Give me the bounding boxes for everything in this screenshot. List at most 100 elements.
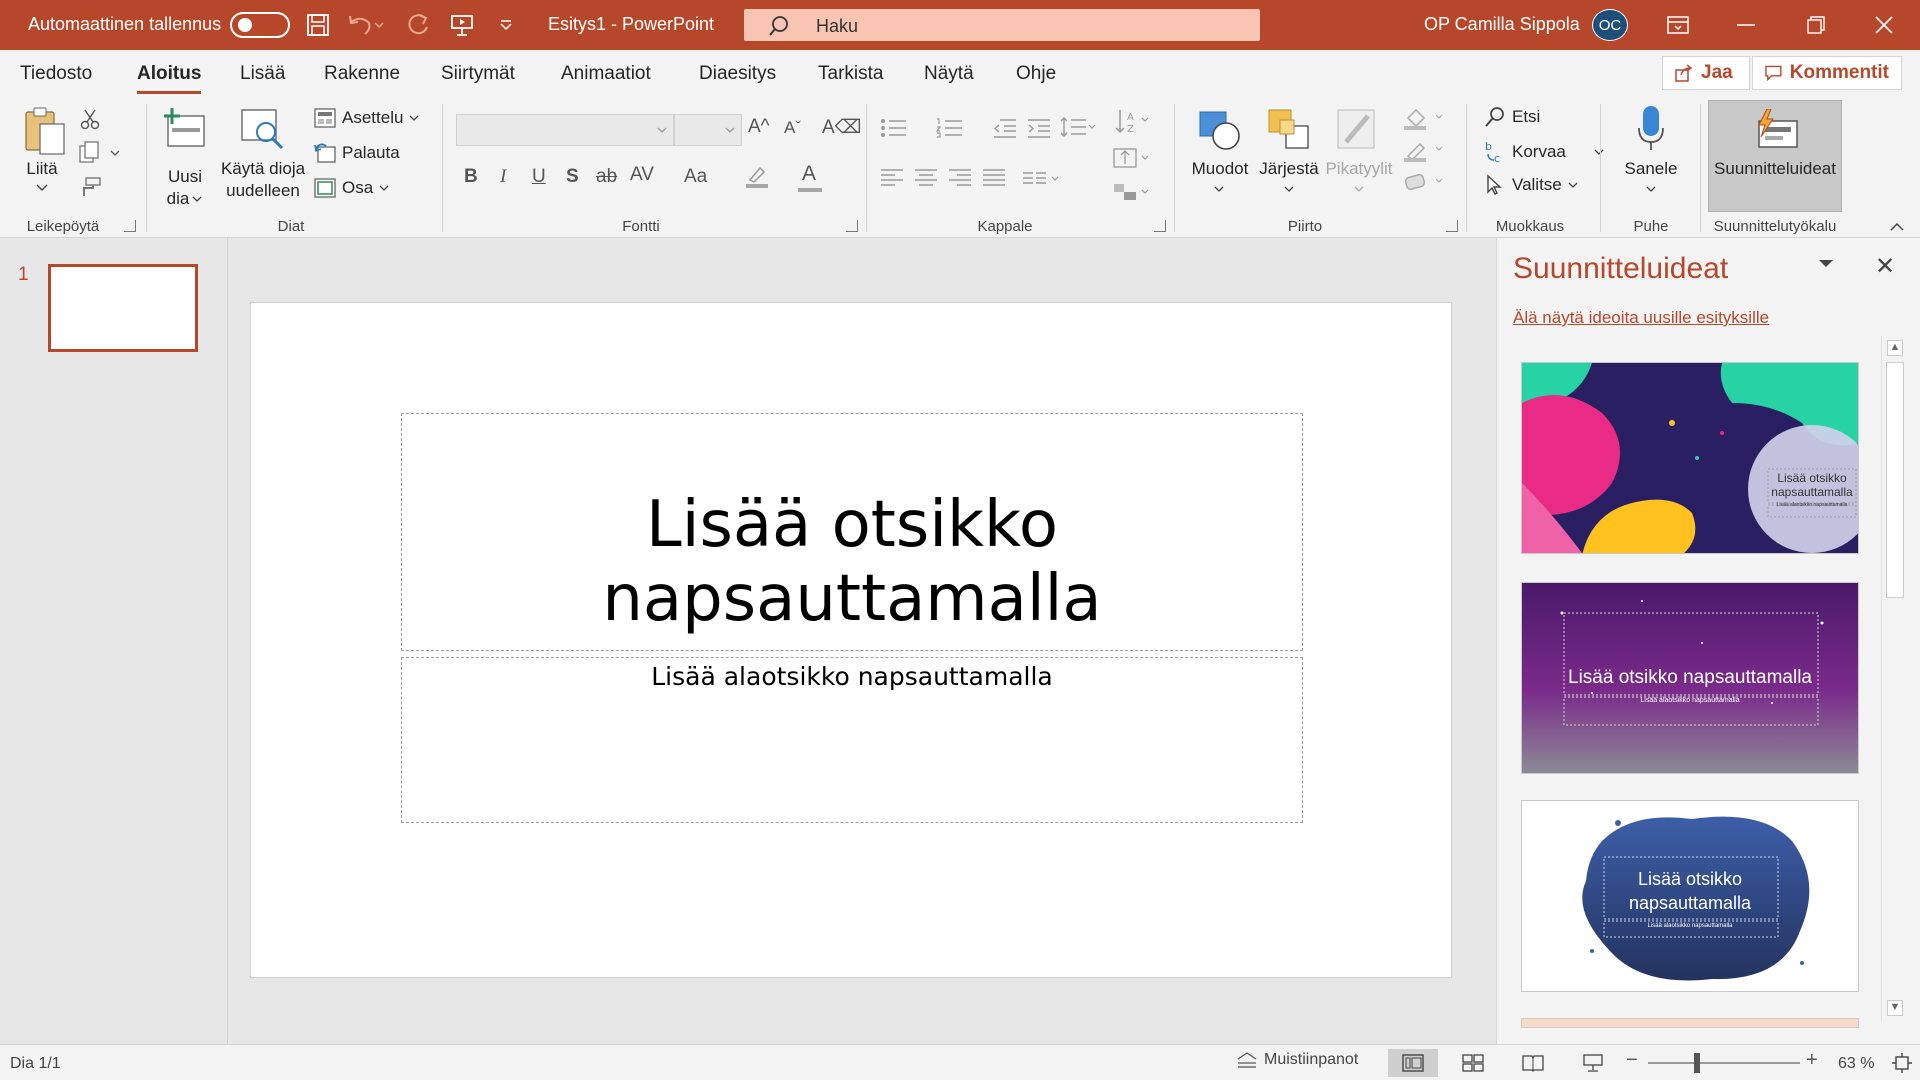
paste-dropdown-icon[interactable]	[36, 184, 48, 192]
arrange-label[interactable]: Järjestä	[1256, 158, 1322, 180]
fit-to-window-icon[interactable]	[1892, 1053, 1912, 1073]
tab-animations[interactable]: Animaatiot	[561, 63, 651, 85]
paste-icon[interactable]	[22, 106, 68, 156]
microphone-icon[interactable]	[1636, 104, 1666, 154]
align-center-icon[interactable]	[914, 168, 938, 188]
cut-icon[interactable]	[80, 108, 100, 130]
undo-icon[interactable]	[346, 12, 374, 38]
minimize-icon[interactable]	[1726, 12, 1766, 38]
slide-sorter-view-icon[interactable]	[1448, 1049, 1498, 1077]
replace-button[interactable]: bc Korvaa	[1484, 140, 1604, 164]
reset-button[interactable]: Palauta	[314, 143, 400, 163]
select-button[interactable]: Valitse	[1484, 174, 1578, 196]
dictate-dropdown-icon[interactable]	[1646, 186, 1656, 192]
paragraph-launcher-icon[interactable]	[1154, 220, 1166, 232]
new-slide-label-1[interactable]: Uusi	[158, 166, 212, 188]
design-idea-1[interactable]: Lisää otsikko napsauttamalla Lisää alaot…	[1521, 362, 1859, 554]
design-idea-2[interactable]: Lisää otsikko napsauttamalla Lisää alaot…	[1521, 582, 1859, 774]
tab-home[interactable]: Aloitus	[137, 63, 202, 94]
slideshow-view-icon[interactable]	[1568, 1049, 1618, 1077]
normal-view-icon[interactable]	[1388, 1049, 1438, 1077]
decrease-indent-icon[interactable]	[992, 118, 1018, 138]
align-text-icon[interactable]	[1112, 146, 1152, 170]
align-right-icon[interactable]	[948, 168, 972, 188]
zoom-slider[interactable]	[1648, 1062, 1800, 1064]
character-spacing-icon[interactable]: AV	[630, 164, 654, 186]
reading-view-icon[interactable]	[1508, 1049, 1558, 1077]
customize-toolbar-icon[interactable]	[492, 12, 520, 38]
shape-effects-icon[interactable]	[1402, 170, 1446, 196]
reuse-slides-icon[interactable]	[240, 108, 286, 152]
reuse-slides-label-1[interactable]: Käytä dioja	[214, 158, 312, 180]
find-button[interactable]: Etsi	[1484, 106, 1540, 128]
zoom-in-icon[interactable]: +	[1806, 1049, 1818, 1072]
quick-styles-icon[interactable]	[1334, 106, 1380, 154]
scroll-up-icon[interactable]: ▲	[1887, 340, 1903, 356]
ribbon-display-options-icon[interactable]	[1658, 12, 1698, 38]
pane-close-icon[interactable]: ✕	[1875, 252, 1895, 281]
zoom-level[interactable]: 63 %	[1838, 1055, 1874, 1073]
quick-styles-label[interactable]: Pikatyylit	[1322, 158, 1396, 180]
zoom-slider-thumb[interactable]	[1694, 1053, 1700, 1073]
scrollbar-thumb[interactable]	[1886, 362, 1904, 598]
shapes-dropdown-icon[interactable]	[1214, 186, 1224, 192]
highlight-color-icon[interactable]	[744, 162, 772, 190]
arrange-dropdown-icon[interactable]	[1284, 186, 1294, 192]
text-shadow-icon[interactable]: S	[566, 166, 579, 188]
restore-icon[interactable]	[1796, 12, 1836, 38]
reuse-slides-label-2[interactable]: uudelleen	[214, 180, 312, 202]
bold-icon[interactable]: B	[464, 166, 478, 188]
tab-design[interactable]: Rakenne	[324, 63, 400, 85]
dont-show-ideas-link[interactable]: Älä näytä ideoita uusille esityksille	[1513, 308, 1769, 328]
tab-insert[interactable]: Lisää	[240, 63, 285, 85]
layout-button[interactable]: Asettelu	[314, 108, 419, 128]
collapse-ribbon-icon[interactable]	[1890, 222, 1904, 232]
design-idea-3[interactable]: Lisää otsikko napsauttamalla Lisää alaot…	[1521, 800, 1859, 992]
italic-icon[interactable]: I	[500, 166, 506, 188]
tab-help[interactable]: Ohje	[1016, 63, 1056, 85]
tab-slideshow[interactable]: Diaesitys	[699, 63, 776, 85]
tab-file[interactable]: Tiedosto	[20, 63, 92, 85]
design-ideas-button[interactable]: Suunnitteluideat	[1708, 100, 1842, 212]
redo-icon[interactable]	[404, 12, 432, 38]
autosave-toggle[interactable]	[230, 12, 290, 38]
scroll-down-icon[interactable]: ▼	[1887, 1000, 1903, 1016]
columns-icon[interactable]	[1022, 170, 1062, 188]
paste-label[interactable]: Liitä	[14, 158, 70, 180]
notes-button[interactable]: Muistiinpanot	[1236, 1051, 1358, 1069]
undo-dropdown-icon[interactable]	[372, 12, 386, 38]
copy-dropdown-icon[interactable]	[110, 150, 120, 156]
font-size-dropdown[interactable]	[674, 114, 742, 146]
save-icon[interactable]	[304, 12, 332, 38]
copy-icon[interactable]	[78, 140, 102, 164]
bullets-icon[interactable]	[880, 118, 908, 138]
present-from-start-icon[interactable]	[448, 12, 476, 38]
shape-fill-icon[interactable]	[1402, 106, 1446, 132]
line-spacing-icon[interactable]	[1060, 116, 1096, 138]
design-idea-4[interactable]	[1521, 1018, 1859, 1028]
font-name-dropdown[interactable]	[456, 114, 674, 146]
numbering-icon[interactable]	[936, 118, 964, 138]
search-box[interactable]: Haku	[744, 9, 1260, 41]
underline-icon[interactable]: U	[532, 166, 546, 188]
subtitle-placeholder[interactable]: Lisää alaotsikko napsauttamalla	[401, 657, 1303, 823]
font-launcher-icon[interactable]	[846, 220, 858, 232]
designer-scrollbar[interactable]: ▲ ▼	[1881, 336, 1907, 1022]
justify-icon[interactable]	[982, 168, 1006, 188]
format-painter-icon[interactable]	[78, 176, 102, 198]
change-case-icon[interactable]: Aa	[684, 166, 707, 188]
arrange-icon[interactable]	[1266, 106, 1312, 154]
decrease-font-size-icon[interactable]: Aˇ	[784, 118, 801, 138]
new-slide-dropdown-icon[interactable]	[192, 196, 202, 202]
font-color-icon[interactable]: A	[802, 162, 816, 186]
shapes-icon[interactable]	[1196, 106, 1244, 154]
share-button[interactable]: Jaa	[1662, 56, 1750, 90]
quick-styles-dropdown-icon[interactable]	[1354, 186, 1364, 192]
tab-review[interactable]: Tarkista	[818, 63, 883, 85]
section-button[interactable]: Osa	[314, 178, 389, 198]
avatar[interactable]: OC	[1592, 9, 1628, 41]
slide-canvas[interactable]: Lisää otsikko napsauttamalla Lisää alaot…	[250, 302, 1452, 978]
title-placeholder[interactable]: Lisää otsikko napsauttamalla	[401, 413, 1303, 651]
increase-indent-icon[interactable]	[1026, 118, 1052, 138]
slide-thumbnail[interactable]	[48, 264, 198, 352]
